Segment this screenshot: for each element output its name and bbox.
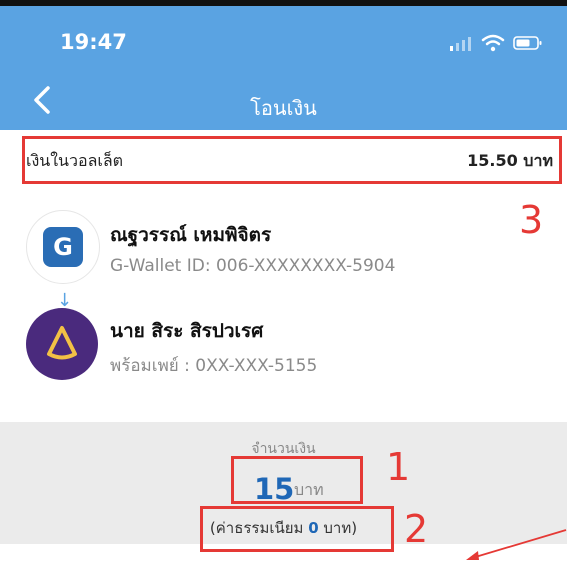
annotation-box-amount <box>231 456 363 504</box>
g-wallet-logo-icon: G <box>43 227 83 267</box>
status-icons <box>449 34 543 52</box>
receiver-avatar <box>26 308 98 380</box>
annotation-label-1: 1 <box>386 445 411 489</box>
signal-icon <box>450 37 471 51</box>
battery-icon <box>513 36 542 50</box>
sender-avatar: G <box>26 210 100 284</box>
annotation-label-2: 2 <box>404 507 429 551</box>
bank-logo-icon <box>47 326 77 360</box>
annotation-arrow-icon <box>466 529 567 560</box>
sender-wallet-id: G-Wallet ID: 006-XXXXXXXX-5904 <box>110 256 396 276</box>
receiver-promptpay-id: พร้อมเพย์ : 0XX-XXX-5155 <box>110 356 318 376</box>
app-header: 19:47 โอนเงิน <box>0 6 567 130</box>
annotation-box-fee <box>200 506 394 552</box>
wifi-icon <box>481 34 505 52</box>
annotation-box-wallet <box>22 136 562 184</box>
receiver-name: นาย สิระ สิรปวเรศ <box>110 320 264 342</box>
status-time: 19:47 <box>60 30 127 54</box>
page-title: โอนเงิน <box>250 96 317 120</box>
sender-card: G ณฐวรรณ์ เหมพิจิตร G-Wallet ID: 006-XXX… <box>26 210 526 284</box>
sender-name: ณฐวรรณ์ เหมพิจิตร <box>110 224 272 246</box>
receiver-card: นาย สิระ สิรปวเรศ พร้อมเพย์ : 0XX-XXX-51… <box>26 308 526 380</box>
